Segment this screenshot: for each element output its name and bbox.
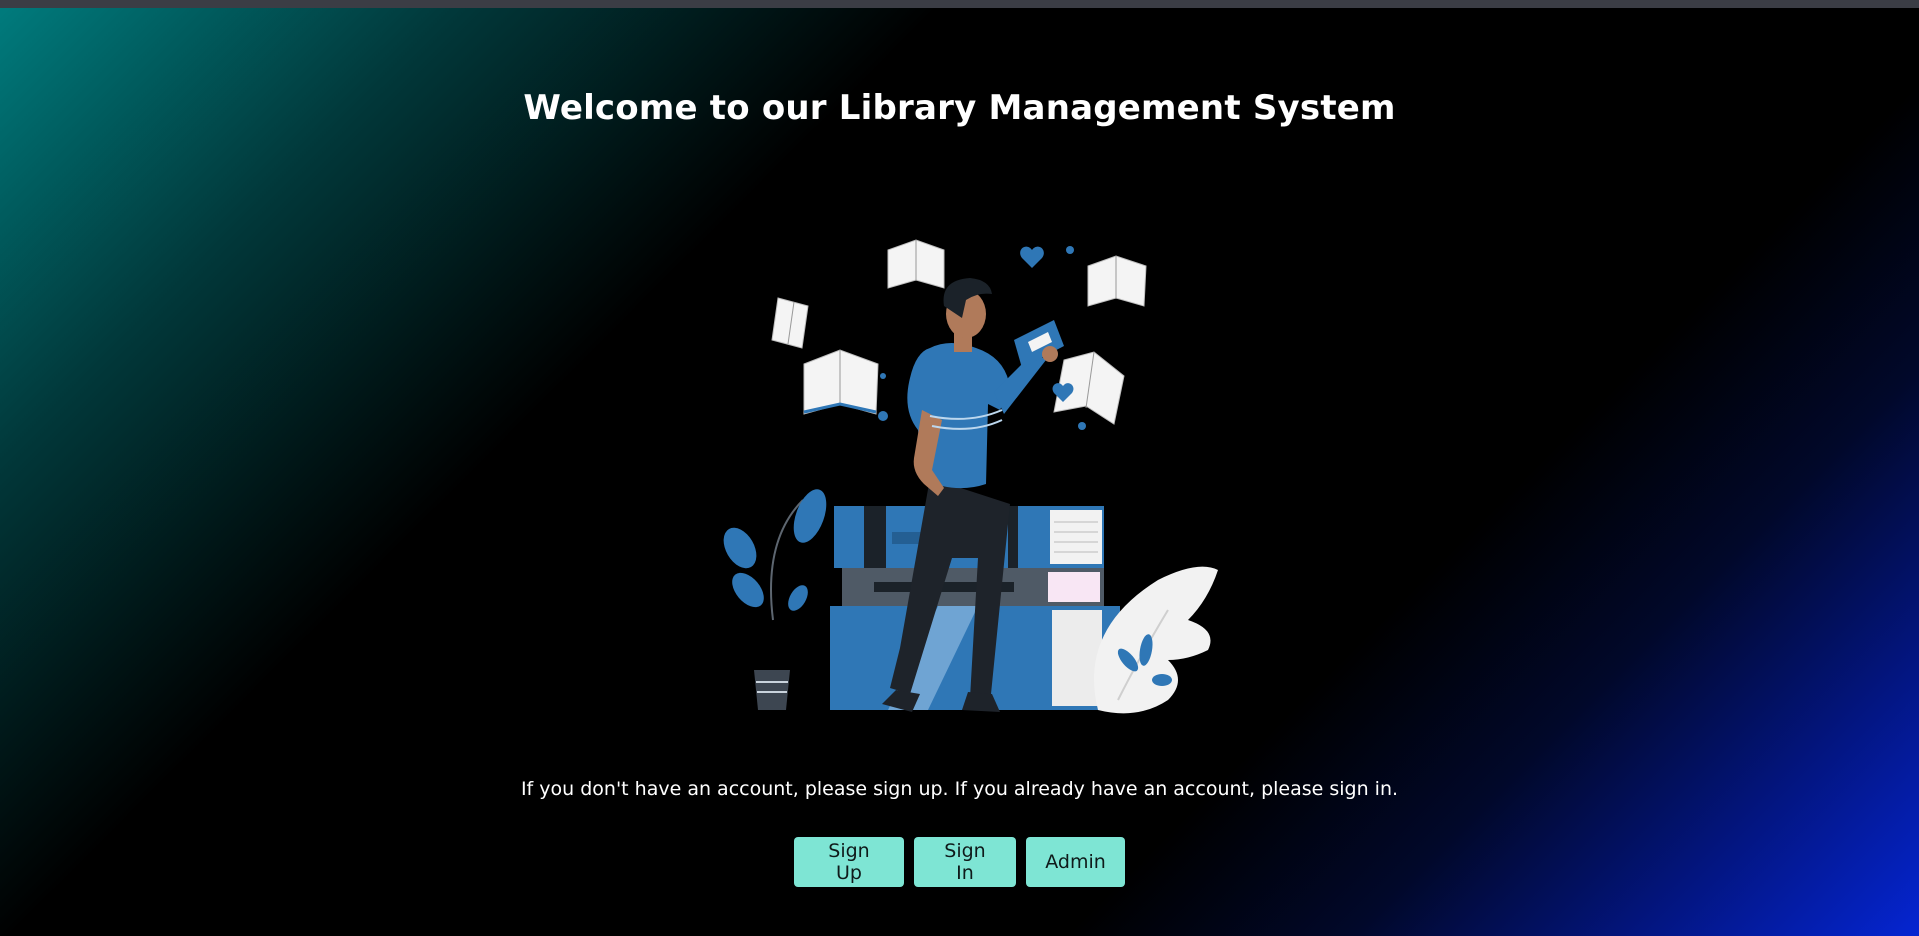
account-instructions: If you don't have an account, please sig… bbox=[520, 778, 1399, 800]
potted-plant-icon bbox=[723, 489, 827, 710]
leaf-plant-icon bbox=[1094, 566, 1218, 714]
admin-button[interactable]: Admin bbox=[1026, 837, 1125, 887]
page-title: Welcome to our Library Management System bbox=[523, 88, 1396, 128]
browser-top-strip bbox=[0, 0, 1919, 8]
sign-in-button[interactable]: Sign In bbox=[914, 837, 1016, 887]
floating-book-icon bbox=[771, 297, 809, 349]
sign-up-button[interactable]: Sign Up bbox=[794, 837, 904, 887]
auth-actions: Sign Up Sign In Admin bbox=[0, 837, 1919, 887]
floating-book-icon bbox=[803, 349, 879, 415]
library-reader-illustration bbox=[723, 239, 1218, 714]
floating-book-icon bbox=[1087, 255, 1147, 307]
welcome-page: Welcome to our Library Management System bbox=[0, 8, 1919, 936]
floating-book-icon bbox=[887, 239, 945, 289]
